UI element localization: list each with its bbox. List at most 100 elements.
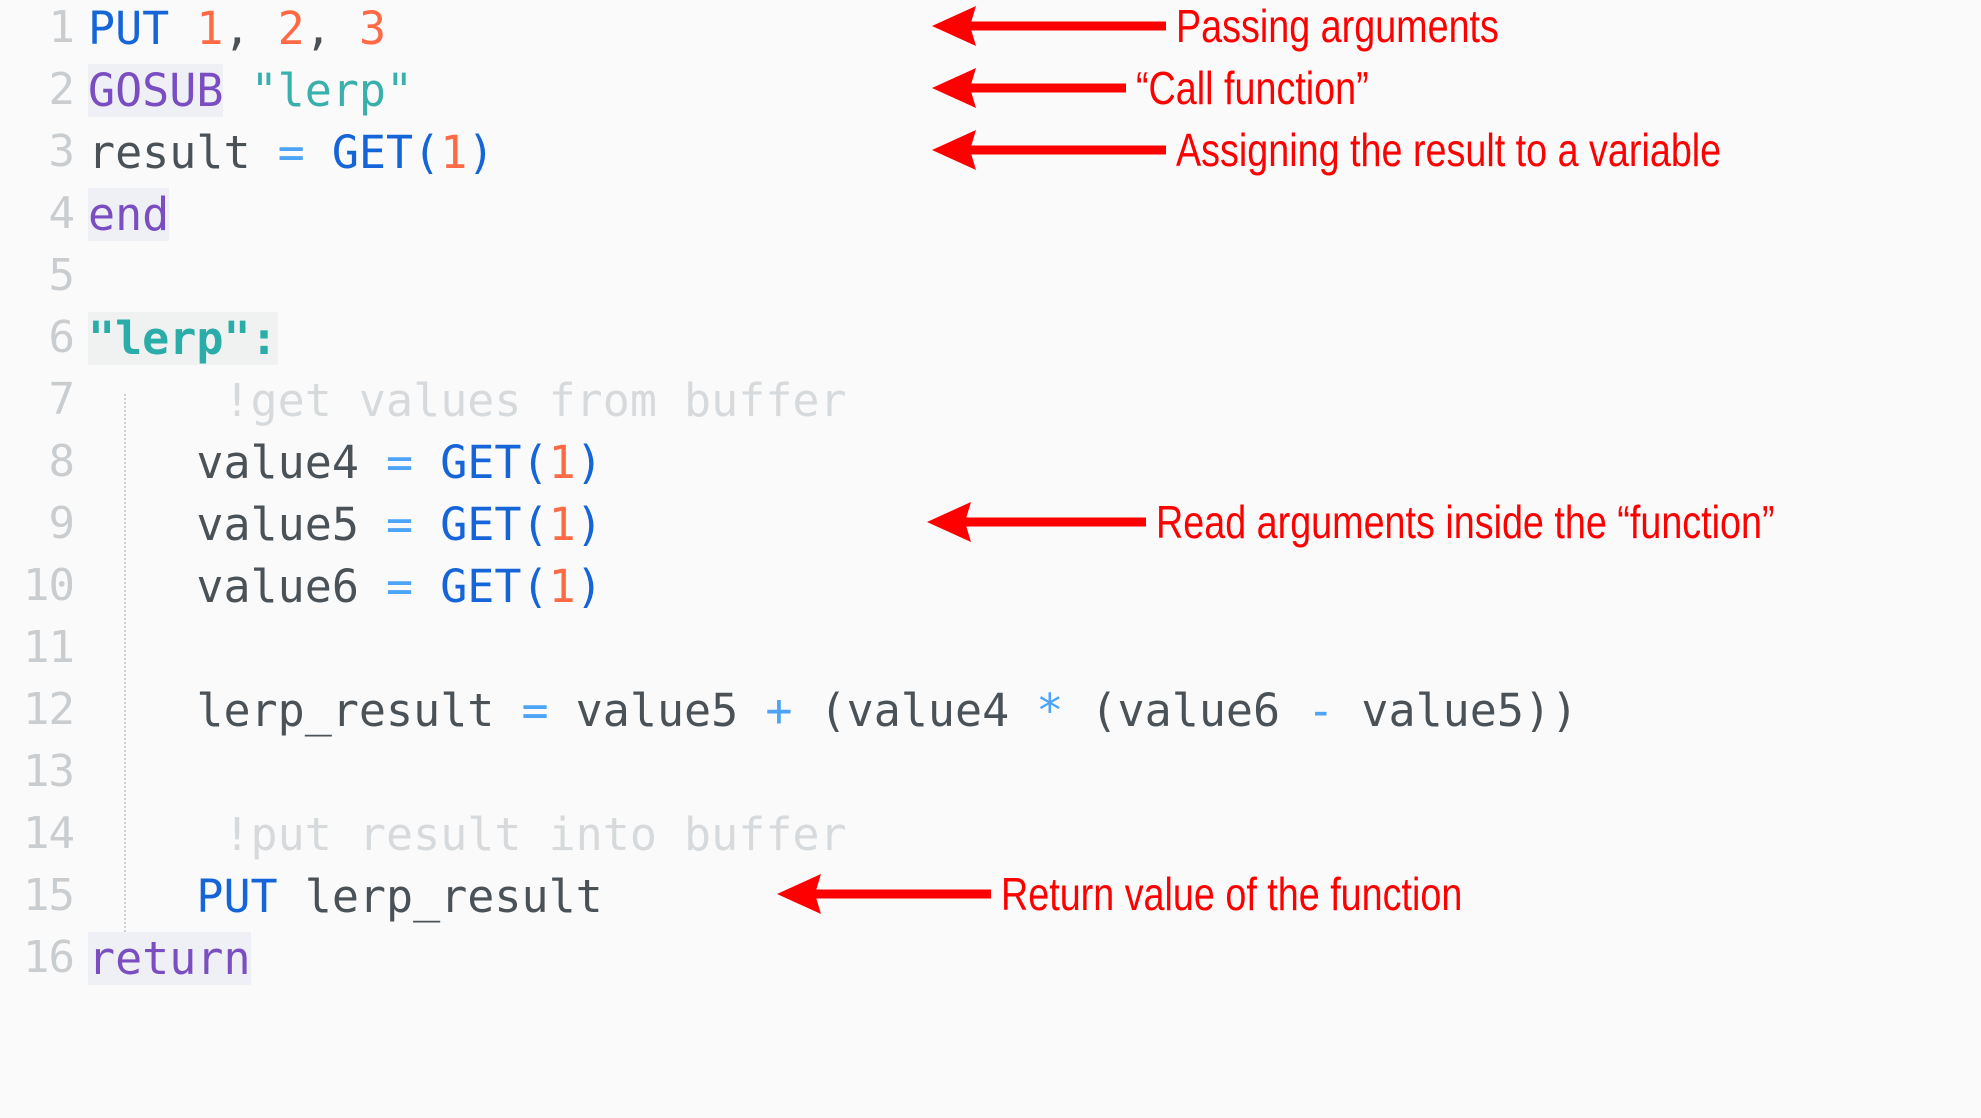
line-number: 9 <box>48 498 76 549</box>
token-comma: , <box>223 1 251 55</box>
line-number: 1 <box>48 2 76 53</box>
token-number-1: 1 <box>548 559 576 613</box>
code-line-content: PUT lerp_result <box>88 874 602 919</box>
token-comment-put: !put result into buffer <box>223 807 847 861</box>
code-line-content: !put result into buffer <box>88 812 846 857</box>
line-number: 6 <box>48 312 76 363</box>
code-line-content: lerp_result = value5 + (value4 * (value6… <box>88 688 1578 733</box>
token-assign: = <box>521 683 549 737</box>
token-var-value5: value5 <box>196 497 359 551</box>
code-line-5[interactable]: 5 <box>0 244 1981 308</box>
token-number-1: 1 <box>548 497 576 551</box>
code-line-12[interactable]: 12 lerp_result = value5 + (value4 * (val… <box>0 678 1981 742</box>
line-number: 3 <box>48 126 76 177</box>
line-number: 10 <box>23 560 75 611</box>
code-line-content: !get values from buffer <box>88 378 846 423</box>
annotation-assigning-result: Assigning the result to a variable <box>930 120 1841 180</box>
token-number-2: 2 <box>277 1 305 55</box>
code-line-7[interactable]: 7 !get values from buffer <box>0 368 1981 432</box>
token-comment-get: !get values from buffer <box>223 373 847 427</box>
code-line-content: value4 = GET(1) <box>88 440 602 485</box>
line-number: 4 <box>48 188 76 239</box>
token-paren-close: ) <box>1523 683 1552 737</box>
token-var-value5: value5 <box>1361 683 1524 737</box>
annotation-label: Return value of the function <box>1001 868 1463 920</box>
token-get-function: GET <box>331 125 414 179</box>
token-var-result: result <box>88 125 251 179</box>
token-get-function: GET <box>440 435 522 489</box>
annotation-return-value: Return value of the function <box>775 864 1564 924</box>
token-label-lerp: "lerp": <box>88 311 278 365</box>
token-paren-close: ) <box>575 559 603 613</box>
token-var-lerp-result: lerp_result <box>196 683 495 737</box>
token-paren-open: ( <box>521 559 549 613</box>
token-put-keyword: PUT <box>88 1 170 55</box>
code-line-6[interactable]: 6 "lerp": <box>0 306 1981 370</box>
token-get-function: GET <box>440 497 522 551</box>
line-number: 12 <box>23 684 75 735</box>
code-line-13[interactable]: 13 <box>0 740 1981 804</box>
token-number-1: 1 <box>548 435 576 489</box>
code-line-8[interactable]: 8 value4 = GET(1) <box>0 430 1981 494</box>
line-number: 8 <box>48 436 76 487</box>
code-line-content: GOSUB "lerp" <box>88 63 413 117</box>
annotation-read-arguments: Read arguments inside the “function” <box>925 492 1910 552</box>
token-paren-open: ( <box>1090 683 1118 737</box>
left-arrow-icon <box>777 874 991 914</box>
token-var-value4: value4 <box>196 435 359 489</box>
left-arrow-icon <box>932 6 1166 46</box>
code-line-content: value5 = GET(1) <box>88 502 602 547</box>
token-return-keyword: return <box>88 931 251 985</box>
code-line-content: result = GET(1) <box>88 130 494 175</box>
token-var-value6: value6 <box>196 559 359 613</box>
token-var-lerp-result: lerp_result <box>304 869 603 923</box>
token-assign: = <box>277 125 305 179</box>
token-number-1: 1 <box>196 1 224 55</box>
left-arrow-icon <box>932 130 1166 170</box>
line-number: 2 <box>48 64 76 115</box>
token-var-value4: value4 <box>846 683 1010 737</box>
line-number: 5 <box>48 250 76 301</box>
left-arrow-icon <box>927 502 1146 542</box>
token-get-function: GET <box>440 559 522 613</box>
token-paren-close: ) <box>575 497 603 551</box>
line-number: 16 <box>23 932 75 983</box>
code-annotation-figure: 1 PUT 1, 2, 3 2 GOSUB "lerp" 3 result = … <box>0 0 1981 1118</box>
code-line-content: "lerp": <box>88 311 278 365</box>
token-paren-open: ( <box>819 683 847 737</box>
token-number-1: 1 <box>440 125 468 179</box>
token-assign: = <box>386 435 414 489</box>
token-assign: = <box>386 497 414 551</box>
line-number: 15 <box>23 870 75 921</box>
code-line-10[interactable]: 10 value6 = GET(1) <box>0 554 1981 618</box>
code-line-16[interactable]: 16 return <box>0 926 1981 990</box>
line-number: 14 <box>23 808 75 859</box>
code-line-content: PUT 1, 2, 3 <box>88 6 386 51</box>
code-line-11[interactable]: 11 <box>0 616 1981 680</box>
token-comma: , <box>304 1 332 55</box>
token-var-value6: value6 <box>1117 683 1281 737</box>
token-paren-open: ( <box>413 125 441 179</box>
code-line-4[interactable]: 4 end <box>0 182 1981 246</box>
token-minus: - <box>1307 683 1335 737</box>
annotation-passing-arguments: Passing arguments <box>930 0 1570 56</box>
code-line-14[interactable]: 14 !put result into buffer <box>0 802 1981 866</box>
code-line-content: end <box>88 187 170 241</box>
code-line-content: return <box>88 931 251 985</box>
token-var-value5: value5 <box>575 683 739 737</box>
